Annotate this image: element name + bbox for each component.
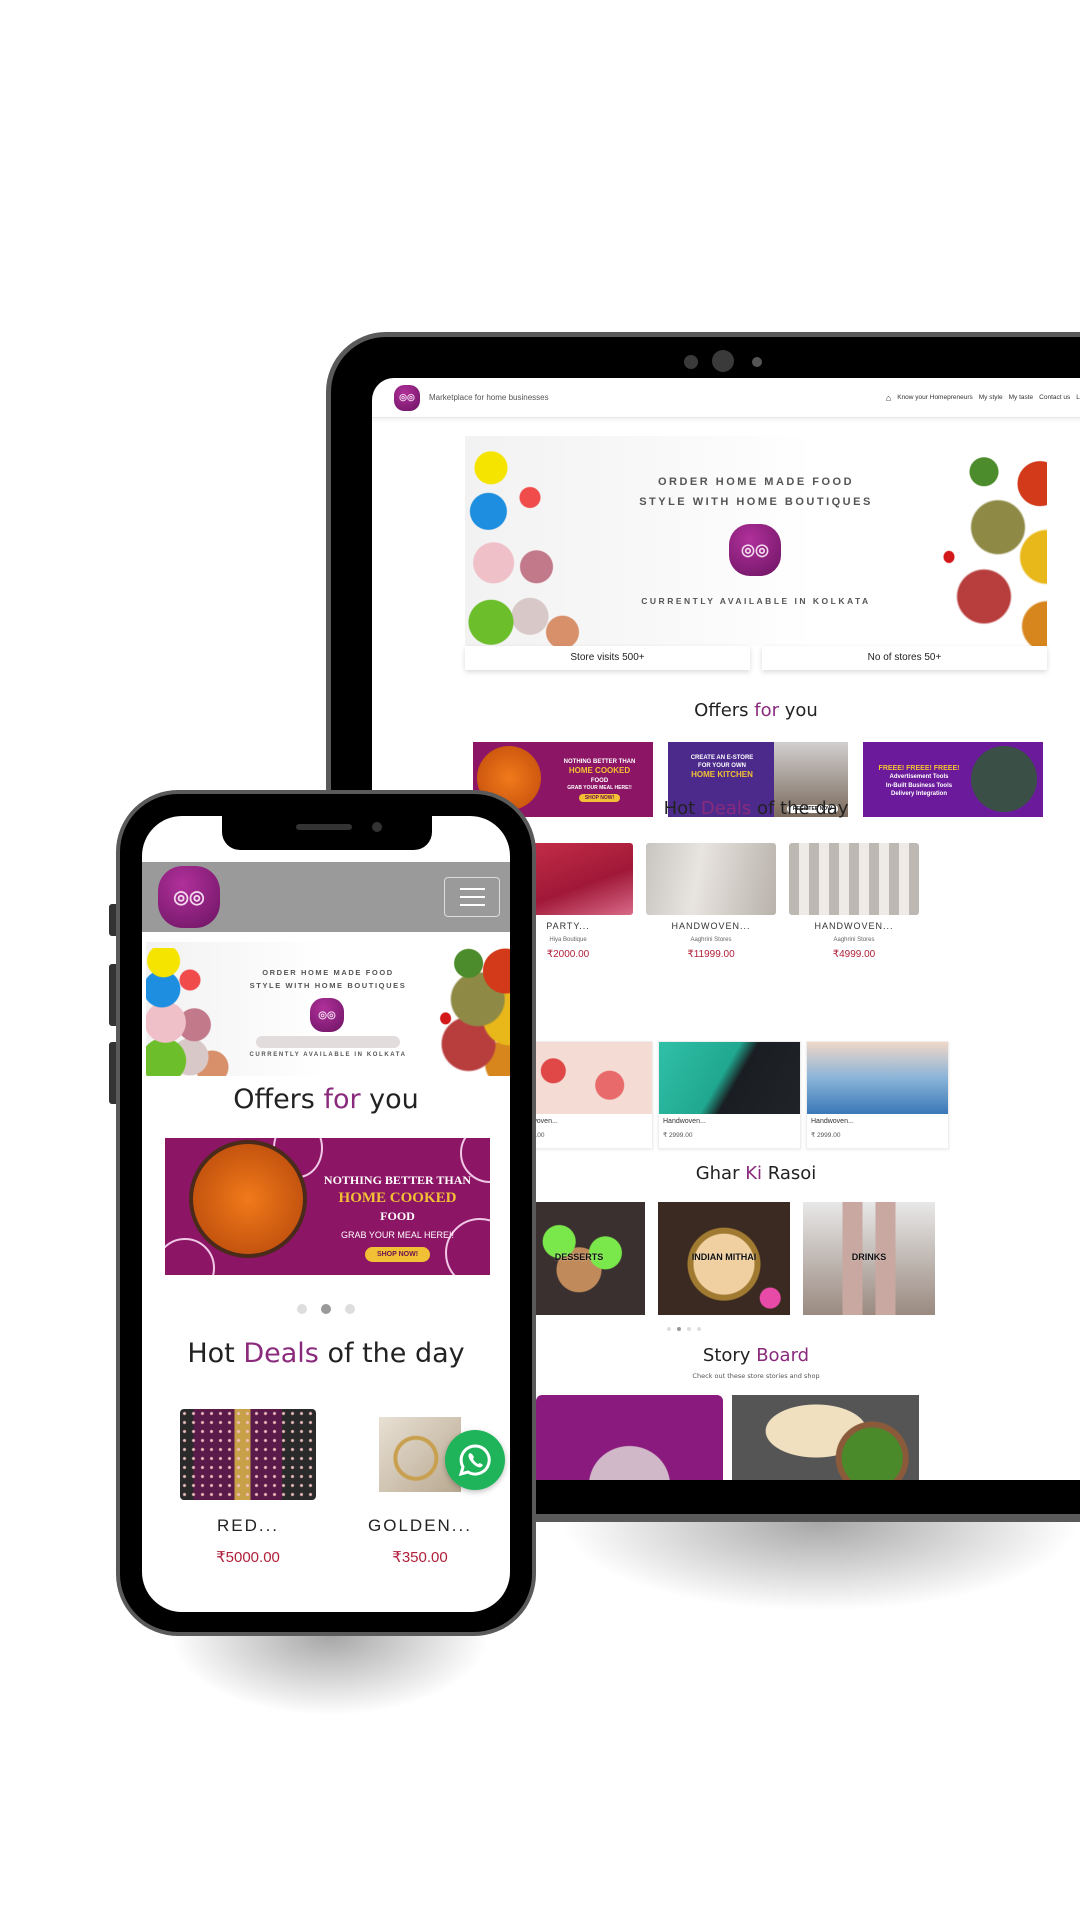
deal-card[interactable]: HANDWOVEN... Aaghrini Stores ₹4999.00 (789, 843, 919, 960)
tablet-light-sensor-icon (752, 357, 762, 367)
nav-links: ⌂ Know your Homepreneurs My style My tas… (886, 393, 1080, 403)
deal-image (646, 843, 776, 915)
story-board-title: Story Board (702, 1345, 810, 1366)
hamburger-icon (459, 888, 485, 890)
nav-link-homepreneurs[interactable]: Know your Homepreneurs (897, 394, 973, 401)
whatsapp-icon (458, 1444, 491, 1477)
carousel-dot[interactable] (687, 1327, 691, 1331)
stats-row: Store visits 500+ No of stores 50+ (465, 646, 1047, 670)
carousel-dot-active[interactable] (321, 1304, 331, 1314)
tablet-sensor-icon (684, 355, 698, 369)
hot-deals-title: Hot Deals of the day (187, 1338, 465, 1369)
carousel-dot[interactable] (697, 1327, 701, 1331)
brand-logo[interactable]: ◎◎ (158, 866, 220, 928)
product-card[interactable]: Handwoven... ₹ 2999.00 (806, 1041, 949, 1149)
deal-image (789, 843, 919, 915)
nav-link-my-style[interactable]: My style (979, 394, 1003, 401)
deal-card[interactable]: RED... ₹5000.00 (180, 1409, 316, 1566)
hot-deals-title: Hot Deals of the day (663, 798, 849, 819)
hero-line-1: ORDER HOME MADE FOOD (262, 968, 394, 977)
category-drinks[interactable]: DRINKS (803, 1202, 935, 1315)
phone-volume-down-button (109, 1042, 116, 1104)
product-image (807, 1042, 948, 1114)
phone-hero-banner: ORDER HOME MADE FOOD STYLE WITH HOME BOU… (146, 942, 510, 1076)
hamburger-menu-button[interactable] (444, 877, 500, 917)
stat-store-count: No of stores 50+ (762, 646, 1047, 670)
offers-title: Offers for you (694, 700, 818, 721)
hero-logo: ◎◎ (729, 524, 781, 576)
rasoi-carousel-dots (667, 1327, 701, 1331)
deal-card[interactable]: HANDWOVEN... Aaghrini Stores ₹11999.00 (646, 843, 776, 960)
brand-tagline: Marketplace for home businesses (429, 393, 549, 402)
curry-image (189, 1140, 307, 1258)
product-card[interactable]: Handwoven... ₹ 2999.00 (658, 1041, 801, 1149)
story-card-brand[interactable] (536, 1395, 723, 1480)
hero-line-2: STYLE WITH HOME BOUTIQUES (249, 981, 407, 990)
phone-navbar: ◎◎ (142, 862, 510, 932)
carousel-dot-active[interactable] (677, 1327, 681, 1331)
hero-logo: ◎◎ (310, 998, 344, 1032)
phone-screen: ◎◎ ORDER HOME MADE FOOD STYLE WITH HOME … (142, 816, 510, 1612)
phone-volume-up-button (109, 964, 116, 1026)
story-board-subtitle: Check out these store stories and shop (692, 1372, 820, 1380)
offers-carousel-dots (297, 1304, 355, 1314)
shop-now-button[interactable]: SHOP NOW! (364, 1246, 431, 1263)
offer-banner-home-cooked[interactable]: NOTHING BETTER THAN HOME COOKED FOOD GRA… (165, 1138, 490, 1275)
speaker-icon (296, 824, 352, 830)
category-indian-mithai[interactable]: INDIAN MITHAI (658, 1202, 790, 1315)
home-icon[interactable]: ⌂ (886, 393, 891, 403)
phone-mute-button (109, 904, 116, 936)
front-camera-icon (372, 822, 382, 832)
loading-bar (256, 1036, 400, 1048)
carousel-dot[interactable] (345, 1304, 355, 1314)
hero-line-1: ORDER HOME MADE FOOD (657, 476, 855, 488)
phone-notch (222, 816, 432, 850)
offers-title: Offers for you (233, 1084, 419, 1115)
hero-banner: ORDER HOME MADE FOOD STYLE WITH HOME BOU… (465, 436, 1047, 646)
hero-line-3: CURRENTLY AVAILABLE IN KOLKATA (641, 596, 871, 606)
nav-link-login[interactable]: Login/Sign up (1076, 394, 1080, 401)
tablet-navbar: ◎◎ Marketplace for home businesses ⌂ Kno… (372, 378, 1080, 418)
phone-shadow (170, 1636, 490, 1716)
carousel-dot[interactable] (667, 1327, 671, 1331)
tablet-shadow (560, 1522, 1080, 1612)
tablet-camera-icon (712, 350, 734, 372)
phone-device: ◎◎ ORDER HOME MADE FOOD STYLE WITH HOME … (109, 790, 536, 1636)
hero-line-2: STYLE WITH HOME BOUTIQUES (639, 496, 873, 508)
product-image (659, 1042, 800, 1114)
nav-link-contact[interactable]: Contact us (1039, 394, 1070, 401)
stat-store-visits: Store visits 500+ (465, 646, 750, 670)
deal-image-saree (180, 1409, 316, 1500)
carousel-dot[interactable] (297, 1304, 307, 1314)
nav-link-my-taste[interactable]: My taste (1009, 394, 1034, 401)
brand-logo[interactable]: ◎◎ (394, 384, 420, 411)
story-card[interactable] (732, 1395, 919, 1480)
ghar-ki-rasoi-title: Ghar Ki Rasoi (695, 1163, 817, 1184)
hero-line-3: CURRENTLY AVAILABLE IN KOLKATA (249, 1052, 407, 1058)
whatsapp-chat-button[interactable] (445, 1430, 505, 1490)
